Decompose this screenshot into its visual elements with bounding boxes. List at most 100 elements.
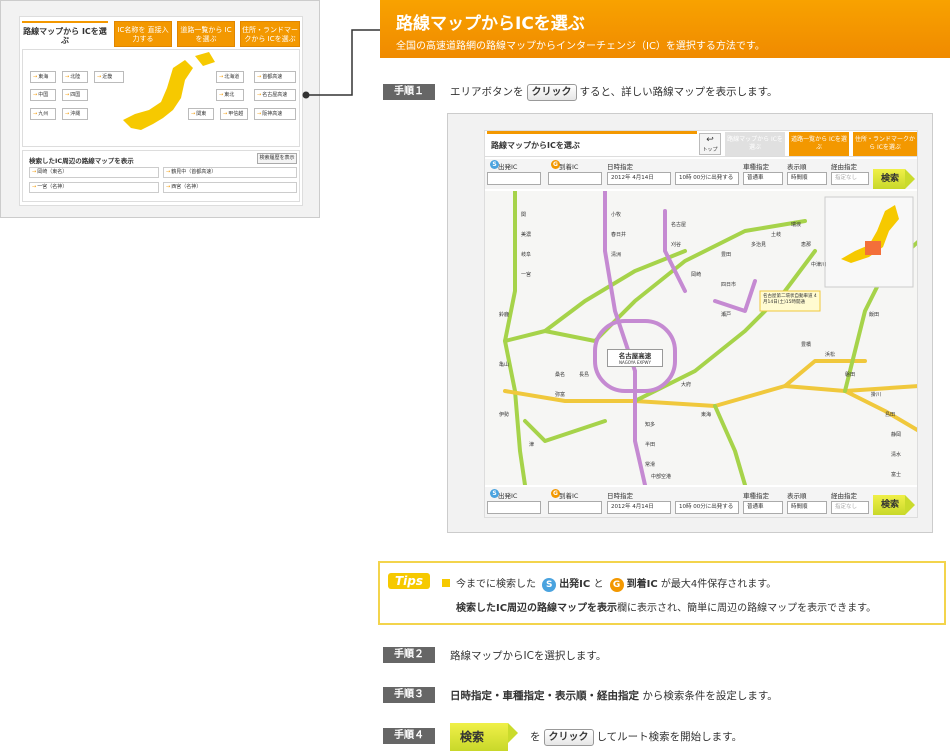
map-station[interactable]: 恵那 <box>801 241 811 248</box>
map-station[interactable]: 清水 <box>891 451 901 458</box>
map-station[interactable]: 弥富 <box>555 391 565 398</box>
map-station[interactable]: 半田 <box>645 441 655 448</box>
map-station[interactable]: 知多 <box>645 421 655 428</box>
time-select[interactable]: 10時 00分に出発する <box>675 172 739 185</box>
map-station[interactable]: 関 <box>521 211 526 218</box>
map-station[interactable]: 土岐 <box>771 231 781 238</box>
arrive-input[interactable] <box>548 501 602 514</box>
search-button-bottom[interactable]: 検索 <box>873 495 915 515</box>
map-station[interactable]: 岡崎 <box>691 271 701 278</box>
app-tab-map[interactable]: 路線マップから ICを選ぶ <box>725 132 785 156</box>
app-tab-address[interactable]: 住所・ランドマークから ICを選ぶ <box>853 132 917 156</box>
thumb-region-shutoko[interactable]: 首都高速 <box>254 71 296 83</box>
map-station[interactable]: 磐田 <box>845 371 855 378</box>
date-label: 日時指定 <box>607 163 633 171</box>
depart-label: 出発IC <box>498 492 518 500</box>
thumb-region-kinki[interactable]: 近畿 <box>94 71 124 83</box>
order-select[interactable]: 時間順 <box>787 501 827 514</box>
car-select[interactable]: 普通車 <box>743 172 783 185</box>
arrive-input[interactable] <box>548 172 602 185</box>
map-station[interactable]: 名古屋 <box>671 221 686 228</box>
map-station[interactable]: 瑞浪 <box>791 221 801 228</box>
via-label: 経由指定 <box>831 492 857 500</box>
route-map-screenshot: 路線マップからICを選ぶ ↩ トップ 路線マップから ICを選ぶ 道路一覧から … <box>447 113 933 533</box>
thumb-region-kyushu[interactable]: 九州 <box>30 108 56 120</box>
thumb-region-hanshin[interactable]: 阪神高速 <box>254 108 296 120</box>
map-station[interactable]: 常滑 <box>645 461 655 468</box>
map-station[interactable]: 大府 <box>681 381 691 388</box>
map-station[interactable]: 東海 <box>701 411 711 418</box>
thumb-region-tokai[interactable]: 東海 <box>30 71 56 83</box>
map-station[interactable]: 小牧 <box>611 211 621 218</box>
map-station[interactable]: 津 <box>529 441 534 448</box>
map-station[interactable]: 中津川 <box>811 261 826 268</box>
map-center-label[interactable]: 名古屋高速 NAGOYA EXPWY <box>607 349 663 367</box>
map-station[interactable]: 伊勢 <box>499 411 509 418</box>
app-tab-title[interactable]: 路線マップからICを選ぶ <box>487 131 697 157</box>
back-button[interactable]: ↩ トップ <box>699 133 721 155</box>
tips-box: Tips 今までに検索した S 出発IC と G 到着IC が最大4件保存されます。… <box>378 561 946 625</box>
via-label: 経由指定 <box>831 163 857 171</box>
thumb-region-kanto[interactable]: 関東 <box>188 108 214 120</box>
thumb-region-hokkaido[interactable]: 北海道 <box>216 71 244 83</box>
depart-input[interactable] <box>487 501 541 514</box>
map-station[interactable]: 富士 <box>891 471 901 478</box>
thumb-region-koshinetsu[interactable]: 甲信越 <box>220 108 248 120</box>
car-select[interactable]: 普通車 <box>743 501 783 514</box>
map-station[interactable]: 瀬戸 <box>721 311 731 318</box>
order-select[interactable]: 時間順 <box>787 172 827 185</box>
thumb-history-item[interactable]: 一宮（名神） <box>29 182 159 193</box>
step-1-label: 手順１ <box>383 84 435 100</box>
thumb-history-item[interactable]: 西宮（名神） <box>163 182 297 193</box>
date-label: 日時指定 <box>607 492 633 500</box>
thumb-history-item[interactable]: 鶴見中（首都高速） <box>163 167 297 178</box>
via-select[interactable]: 指定なし <box>831 172 869 185</box>
map-station[interactable]: 鈴鹿 <box>499 311 509 318</box>
thumb-tab-address[interactable]: 住所・ランドマークから ICを選ぶ <box>240 21 300 47</box>
thumb-history-title: 検索したIC周辺の路線マップを表示 <box>29 157 134 165</box>
step-1-pre: エリアボタンを <box>450 86 524 98</box>
time-select[interactable]: 10時 00分に出発する <box>675 501 739 514</box>
thumb-region-tohoku[interactable]: 東北 <box>216 89 244 101</box>
map-station[interactable]: 春日井 <box>611 231 626 238</box>
search-button-top[interactable]: 検索 <box>873 169 915 189</box>
tips-g-label: 到着IC <box>626 579 658 590</box>
thumb-region-okinawa[interactable]: 沖縄 <box>62 108 88 120</box>
map-station[interactable]: 一宮 <box>521 271 531 278</box>
map-station[interactable]: 岐阜 <box>521 251 531 258</box>
thumb-history-item[interactable]: 岡崎（東名） <box>29 167 159 178</box>
thumb-history-button[interactable]: 検索履歴を表示 <box>257 153 297 164</box>
map-station[interactable]: 亀山 <box>499 361 509 368</box>
via-select[interactable]: 指定なし <box>831 501 869 514</box>
thumb-region-shikoku[interactable]: 四国 <box>62 89 88 101</box>
thumb-region-hokuriku[interactable]: 北陸 <box>62 71 88 83</box>
map-station[interactable]: 美濃 <box>521 231 531 238</box>
app-tab-road[interactable]: 道路一覧から ICを選ぶ <box>789 132 849 156</box>
map-station[interactable]: 中部空港 <box>651 473 671 480</box>
section-header: 路線マップからICを選ぶ 全国の高速道路網の路線マップからインターチェンジ（IC… <box>380 0 950 58</box>
thumb-tab-direct[interactable]: IC名称を 直接入力する <box>114 21 172 47</box>
date-select[interactable]: 2012年 4月14日 <box>607 172 671 185</box>
step-4-post: してルート検索を開始します。 <box>596 731 743 743</box>
map-station[interactable]: 浜松 <box>825 351 835 358</box>
thumb-tab-road[interactable]: 道路一覧から ICを選ぶ <box>177 21 235 47</box>
map-station[interactable]: 豊橋 <box>801 341 811 348</box>
map-station[interactable]: 四日市 <box>721 281 736 288</box>
depart-input[interactable] <box>487 172 541 185</box>
map-station[interactable]: 掛川 <box>871 391 881 398</box>
map-station[interactable]: 多治見 <box>751 241 766 248</box>
map-station[interactable]: 静岡 <box>891 431 901 438</box>
map-station[interactable]: 桑名 <box>555 371 565 378</box>
thumb-region-nagoya-expwy[interactable]: 名古屋高速 <box>254 89 296 101</box>
map-station[interactable]: 刈谷 <box>671 241 681 248</box>
map-station[interactable]: 長島 <box>579 371 589 378</box>
tips-line-1: 今までに検索した S 出発IC と G 到着IC が最大4件保存されます。 <box>442 575 776 592</box>
map-station[interactable]: 飯田 <box>869 311 879 318</box>
date-select[interactable]: 2012年 4月14日 <box>607 501 671 514</box>
map-station[interactable]: 豊田 <box>721 251 731 258</box>
thumb-tab-map[interactable]: 路線マップから ICを選ぶ <box>22 21 108 47</box>
map-station[interactable]: 島田 <box>885 411 895 418</box>
route-map[interactable]: 名古屋高速 NAGOYA EXPWY 名古屋第二環状自動車道 4月14日(土)1… <box>485 191 917 485</box>
map-station[interactable]: 清洲 <box>611 251 621 258</box>
thumb-region-chugoku[interactable]: 中国 <box>30 89 56 101</box>
